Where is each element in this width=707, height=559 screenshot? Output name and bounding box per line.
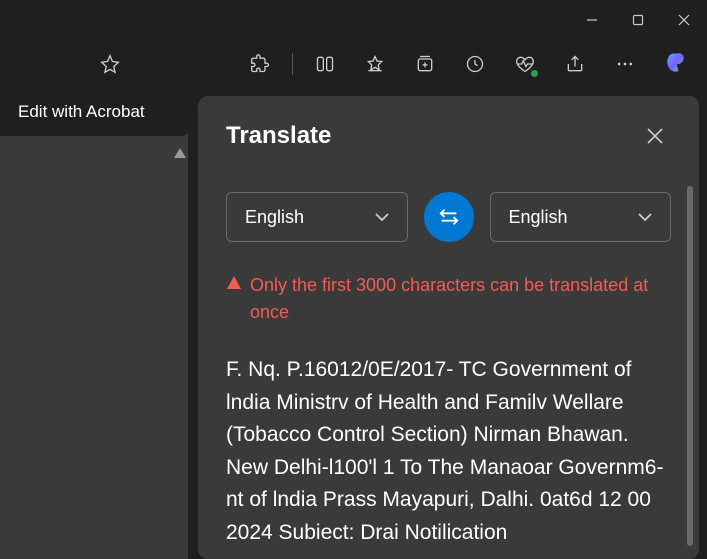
- browser-toolbar: [0, 40, 707, 88]
- to-language-label: English: [509, 207, 568, 228]
- warning-message: Only the first 3000 characters can be tr…: [226, 272, 671, 326]
- split-screen-icon[interactable]: [305, 44, 345, 84]
- favorite-icon[interactable]: [90, 44, 130, 84]
- document-pane: Edit with Acrobat: [0, 88, 188, 559]
- favorites-list-icon[interactable]: [355, 44, 395, 84]
- main-area: Edit with Acrobat Translate English Engl…: [0, 88, 707, 559]
- close-window-button[interactable]: [661, 0, 707, 40]
- close-panel-button[interactable]: [639, 120, 671, 152]
- swap-languages-button[interactable]: [424, 192, 474, 242]
- window-titlebar: [0, 0, 707, 40]
- extensions-icon[interactable]: [240, 44, 280, 84]
- more-icon[interactable]: [605, 44, 645, 84]
- translated-text: F. Nq. P.16012/0E/2017- TC Government of…: [226, 354, 671, 549]
- panel-title: Translate: [226, 122, 331, 150]
- warning-icon: [226, 275, 242, 291]
- history-icon[interactable]: [455, 44, 495, 84]
- status-dot: [530, 69, 539, 78]
- language-row: English English: [226, 192, 671, 242]
- minimize-button[interactable]: [569, 0, 615, 40]
- scroll-up-icon[interactable]: [174, 148, 186, 158]
- copilot-icon[interactable]: [655, 44, 695, 84]
- edit-acrobat-button[interactable]: Edit with Acrobat: [0, 88, 188, 136]
- chevron-down-icon: [638, 212, 652, 222]
- maximize-button[interactable]: [615, 0, 661, 40]
- collections-icon[interactable]: [405, 44, 445, 84]
- to-language-select[interactable]: English: [490, 192, 672, 242]
- warning-text: Only the first 3000 characters can be tr…: [250, 272, 671, 326]
- from-language-label: English: [245, 207, 304, 228]
- from-language-select[interactable]: English: [226, 192, 408, 242]
- panel-scrollbar[interactable]: [687, 186, 693, 546]
- health-icon[interactable]: [505, 44, 545, 84]
- translate-panel: Translate English English Only the first…: [198, 96, 699, 559]
- share-icon[interactable]: [555, 44, 595, 84]
- chevron-down-icon: [375, 212, 389, 222]
- toolbar-divider: [292, 53, 293, 75]
